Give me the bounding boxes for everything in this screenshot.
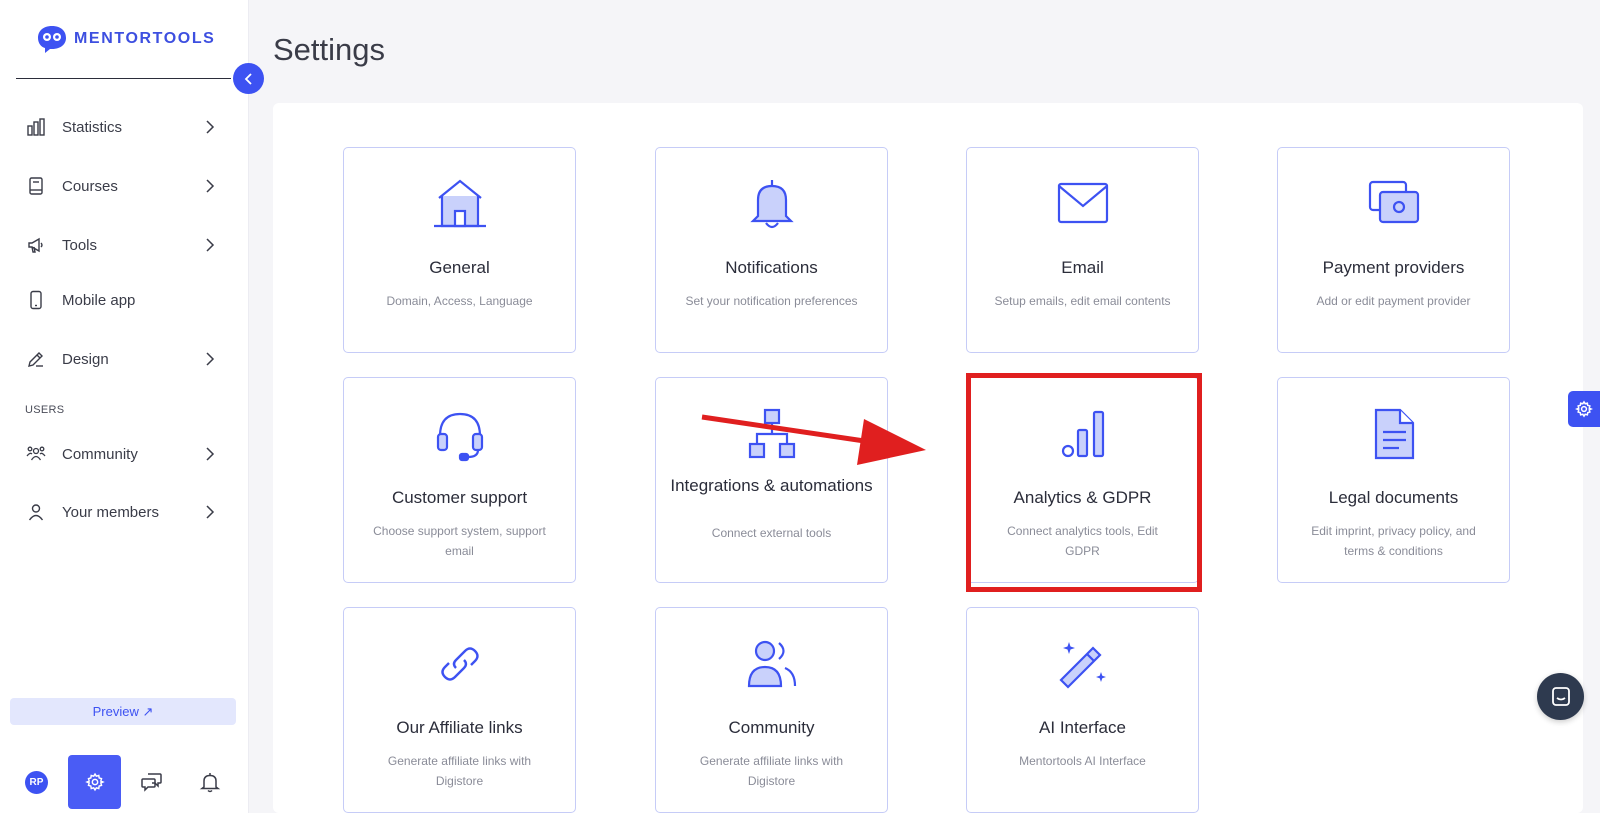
users-icon [747, 640, 796, 688]
sidebar-item-statistics[interactable]: Statistics [0, 107, 249, 147]
card-title: Community [728, 718, 815, 737]
chevron-right-icon [206, 447, 215, 461]
card-title: Payment providers [1322, 258, 1465, 277]
sidebar-item-label: Design [62, 350, 109, 368]
sidebar-item-tools[interactable]: Tools [0, 225, 249, 265]
bar-chart-icon [27, 118, 45, 136]
section-label-users: USERS [25, 404, 65, 416]
settings-card-general[interactable]: General Domain, Access, Language [343, 147, 576, 353]
card-description: Add or edit payment provider [1316, 294, 1471, 308]
chat-icon [1551, 686, 1570, 706]
gear-icon [1575, 400, 1593, 418]
card-description: Connect external tools [711, 526, 832, 540]
chevron-right-icon [206, 179, 215, 193]
card-title: AI Interface [1039, 718, 1126, 737]
sidebar-item-label: Tools [62, 236, 98, 254]
settings-card-payment-providers[interactable]: Payment providers Add or edit payment pr… [1277, 147, 1510, 353]
card-description: Domain, Access, Language [386, 294, 533, 308]
brand-name: MENTORTOOLS [74, 30, 216, 47]
card-description: Set your notification preferences [685, 294, 858, 308]
sidebar-item-community[interactable]: Community [0, 434, 249, 474]
headset-icon [436, 412, 483, 462]
sidebar-item-mobile-app[interactable]: Mobile app [0, 280, 249, 320]
phone-icon [30, 290, 42, 310]
card-description: Connect analytics tools, Edit GDPR [1007, 524, 1158, 558]
sidebar-item-courses[interactable]: Courses [0, 166, 249, 206]
chevron-right-icon [206, 120, 215, 134]
card-description: Generate affiliate links with Digistore [387, 754, 532, 788]
people-icon [26, 446, 46, 461]
page-title: Settings [273, 32, 386, 67]
sidebar-item-label: Courses [62, 177, 118, 195]
avatar[interactable]: RP [25, 771, 48, 794]
document-icon [1374, 408, 1414, 460]
card-title: Legal documents [1328, 488, 1459, 507]
card-description: Choose support system, support email [373, 524, 546, 558]
bell-icon[interactable] [199, 771, 221, 793]
card-title: Integrations & automations [670, 476, 873, 495]
card-description: Generate affiliate links with Digistore [699, 754, 844, 788]
card-description: Edit imprint, privacy policy, and terms … [1311, 524, 1476, 558]
collapse-sidebar-button[interactable] [233, 63, 264, 94]
chevron-right-icon [206, 238, 215, 252]
robot-logo-icon [38, 26, 66, 53]
settings-card-customer-support[interactable]: Customer support Choose support system, … [343, 377, 576, 583]
card-title: Customer support [391, 488, 528, 507]
chat-widget-button[interactable] [1537, 673, 1584, 720]
preview-button[interactable]: Preview ↗ [10, 698, 236, 725]
analytics-icon [1061, 410, 1104, 458]
settings-card-ai-interface[interactable]: AI Interface Mentortools AI Interface [966, 607, 1199, 813]
settings-card-email[interactable]: Email Setup emails, edit email contents [966, 147, 1199, 353]
sidebar-item-label: Your members [62, 503, 159, 521]
sidebar-item-label: Community [62, 445, 138, 463]
settings-card-affiliate-links[interactable]: Our Affiliate links Generate affiliate l… [343, 607, 576, 813]
book-icon [29, 177, 43, 195]
link-icon [440, 647, 479, 681]
chevron-right-icon [206, 505, 215, 519]
sidebar-item-your-members[interactable]: Your members [0, 492, 249, 532]
settings-tab[interactable] [68, 755, 121, 809]
house-icon [433, 179, 486, 228]
card-description: Setup emails, edit email contents [994, 294, 1171, 308]
brand-logo[interactable]: MENTORTOOLS [36, 24, 215, 54]
card-description: Mentortools AI Interface [1019, 754, 1146, 768]
cash-icon [1368, 180, 1419, 224]
chevron-left-icon [244, 72, 252, 85]
card-title: General [429, 258, 490, 277]
settings-card-analytics-gdpr[interactable]: Analytics & GDPR Connect analytics tools… [966, 377, 1199, 583]
sidebar-divider [16, 78, 231, 79]
envelope-icon [1057, 182, 1108, 224]
megaphone-icon [28, 237, 43, 253]
card-title: Notifications [725, 258, 818, 277]
settings-card-notifications[interactable]: Notifications Set your notification pref… [655, 147, 888, 353]
settings-card-integrations[interactable]: Integrations & automations Connect exter… [655, 377, 888, 583]
bell-icon [749, 180, 794, 229]
sidebar-item-label: Statistics [62, 118, 123, 136]
chat-bubbles-icon[interactable] [141, 771, 163, 793]
sidebar: MENTORTOOLS Statistics Courses Tools Mob… [0, 0, 249, 813]
sidebar-item-label: Mobile app [62, 291, 136, 309]
card-title: Our Affiliate links [396, 718, 523, 737]
user-icon [28, 504, 44, 521]
settings-card-community[interactable]: Community Generate affiliate links with … [655, 607, 888, 813]
side-settings-button[interactable] [1568, 391, 1600, 427]
chevron-right-icon [206, 352, 215, 366]
gear-icon [84, 772, 105, 792]
pencil-icon [28, 352, 43, 367]
magic-wand-icon [1058, 642, 1106, 689]
card-title: Analytics & GDPR [1013, 488, 1152, 507]
card-title: Email [1061, 258, 1104, 277]
settings-card-legal-documents[interactable]: Legal documents Edit imprint, privacy po… [1277, 377, 1510, 583]
network-icon [748, 408, 795, 459]
sidebar-item-design[interactable]: Design [0, 339, 249, 379]
